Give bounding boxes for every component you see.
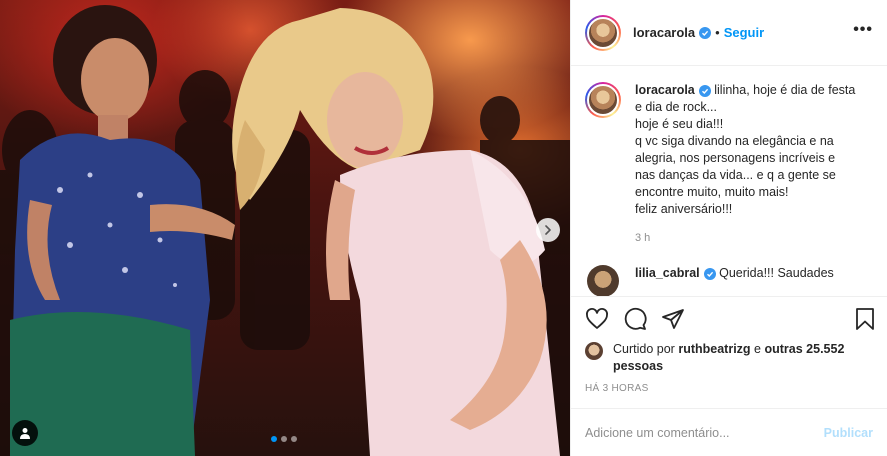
caption-line: nas danças da vida... e q a gente se xyxy=(635,168,836,182)
comments-area[interactable]: loracarola lilinha, hoje é dia de festa … xyxy=(571,66,887,296)
commenter-avatar[interactable] xyxy=(587,265,619,296)
next-photo-button[interactable] xyxy=(536,218,560,242)
save-button[interactable] xyxy=(853,307,877,331)
bookmark-icon xyxy=(856,308,874,330)
post-header: loracarola • Seguir ••• xyxy=(571,0,887,66)
like-button[interactable] xyxy=(585,307,609,331)
more-options-icon[interactable]: ••• xyxy=(853,21,873,45)
comment-button[interactable] xyxy=(623,307,647,331)
comment-input[interactable] xyxy=(585,425,824,440)
carousel-dot xyxy=(281,436,287,442)
verified-badge-icon xyxy=(703,268,716,280)
post-timestamp[interactable]: HÁ 3 HORAS xyxy=(571,375,887,394)
caption-timestamp[interactable]: 3 h xyxy=(635,230,865,247)
chevron-right-icon xyxy=(545,225,551,235)
action-bar xyxy=(571,296,887,341)
instagram-post: loracarola • Seguir ••• loracarola lilin… xyxy=(0,0,887,456)
carousel-dot xyxy=(291,436,297,442)
post-caption: loracarola lilinha, hoje é dia de festa … xyxy=(585,82,873,247)
caption-line: q vc siga divando na elegância e na xyxy=(635,134,834,148)
caption-text: lilinha, hoje é dia de festa xyxy=(714,83,856,97)
verified-badge-icon xyxy=(699,26,712,39)
follow-button[interactable]: Seguir xyxy=(724,25,764,40)
add-comment-bar: Publicar xyxy=(571,408,887,456)
carousel-dot-active xyxy=(271,436,277,442)
post-details-panel: loracarola • Seguir ••• loracarola lilin… xyxy=(570,0,887,456)
liked-by-prefix: Curtido por xyxy=(613,342,675,356)
author-avatar[interactable] xyxy=(585,14,621,51)
caption-line: e dia de rock... xyxy=(635,100,717,114)
liker-avatar[interactable] xyxy=(585,342,603,360)
likes-text: Curtido por ruthbeatrizg e outras 25.552… xyxy=(613,341,873,375)
tagged-users-button[interactable] xyxy=(12,420,38,446)
comment-text: Querida!!! Saudades xyxy=(719,266,834,280)
carousel-indicator xyxy=(271,436,297,442)
comment-item: lilia_cabral Querida!!! Saudades xyxy=(585,265,873,296)
share-button[interactable] xyxy=(661,307,685,331)
caption-author-avatar[interactable] xyxy=(585,82,621,118)
party-photo-illustration xyxy=(0,5,570,456)
caption-line: alegria, nos personagens incríveis e xyxy=(635,151,836,165)
publish-button[interactable]: Publicar xyxy=(824,426,873,440)
caption-line: feliz aniversário!!! xyxy=(635,202,733,216)
commenter-username[interactable]: lilia_cabral xyxy=(635,266,700,280)
caption-line: hoje é seu dia!!! xyxy=(635,117,724,131)
likes-summary: Curtido por ruthbeatrizg e outras 25.552… xyxy=(571,341,887,375)
likes-connector: e xyxy=(754,342,761,356)
separator-dot: • xyxy=(715,25,720,40)
verified-badge-icon xyxy=(698,85,711,97)
heart-icon xyxy=(586,308,608,329)
paper-plane-icon xyxy=(662,309,684,329)
comment-text-block: lilia_cabral Querida!!! Saudades xyxy=(635,265,834,282)
author-username[interactable]: loracarola xyxy=(633,25,695,40)
caption-line: encontre muito, muito mais! xyxy=(635,185,789,199)
liker-username[interactable]: ruthbeatrizg xyxy=(678,342,750,356)
caption-author-username[interactable]: loracarola xyxy=(635,83,695,97)
post-photo[interactable] xyxy=(0,0,570,456)
caption-body: loracarola lilinha, hoje é dia de festa … xyxy=(635,82,865,247)
caption-first-line: loracarola lilinha, hoje é dia de festa xyxy=(635,82,865,99)
comment-bubble-icon xyxy=(624,307,647,330)
user-tag-icon xyxy=(20,428,30,439)
